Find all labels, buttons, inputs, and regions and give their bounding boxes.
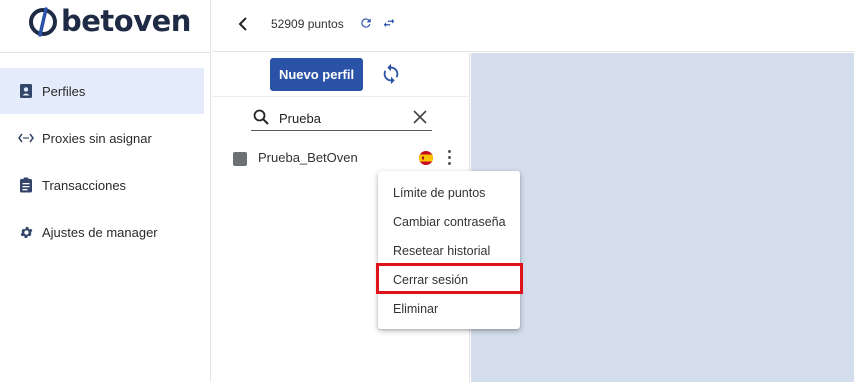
- sidebar-item-transacciones[interactable]: Transacciones: [0, 162, 204, 208]
- menu-item-limite-puntos[interactable]: Límite de puntos: [378, 178, 520, 207]
- contacts-icon: [18, 83, 34, 99]
- search-input[interactable]: [279, 108, 399, 128]
- gear-icon: [18, 224, 34, 240]
- profile-name: Prueba_BetOven: [258, 150, 358, 165]
- profile-checkbox[interactable]: [233, 152, 247, 166]
- sidebar-item-label: Transacciones: [42, 177, 127, 193]
- more-options-icon[interactable]: [445, 149, 453, 167]
- chevron-left-icon[interactable]: [236, 16, 250, 32]
- logo-mark-icon: [27, 5, 59, 37]
- workspace-area: [471, 53, 854, 382]
- logo[interactable]: betoven: [27, 4, 191, 38]
- menu-item-resetear-historial[interactable]: Resetear historial: [378, 236, 520, 265]
- menu-item-eliminar[interactable]: Eliminar: [378, 294, 520, 323]
- profile-context-menu: Límite de puntos Cambiar contraseña Rese…: [378, 171, 520, 329]
- sidebar-item-label: Ajustes de manager: [42, 224, 158, 240]
- sidebar-item-proxies[interactable]: Proxies sin asignar: [0, 115, 204, 161]
- new-profile-button[interactable]: Nuevo perfil: [270, 58, 363, 91]
- search-icon: [253, 109, 269, 125]
- menu-item-cambiar-contrasena[interactable]: Cambiar contraseña: [378, 207, 520, 236]
- sidebar-item-perfiles[interactable]: Perfiles: [0, 68, 204, 114]
- code-arrows-icon: [18, 130, 34, 146]
- top-bar: 52909 puntos: [212, 0, 854, 52]
- close-icon[interactable]: [413, 110, 427, 124]
- highlight-annotation: [376, 263, 523, 294]
- sidebar: betoven Perfiles Proxies sin asignar Tra…: [0, 0, 211, 382]
- sidebar-item-label: Proxies sin asignar: [42, 130, 152, 146]
- divider: [212, 96, 470, 97]
- divider: [0, 52, 211, 53]
- swap-arrows-icon[interactable]: [382, 16, 396, 30]
- sync-icon[interactable]: [380, 63, 402, 85]
- brand-name: betoven: [61, 4, 191, 38]
- list-item[interactable]: Prueba_BetOven: [232, 148, 462, 168]
- clipboard-icon: [18, 177, 34, 193]
- spain-flag-icon: [419, 151, 433, 165]
- refresh-icon[interactable]: [359, 16, 373, 30]
- sidebar-item-label: Perfiles: [42, 83, 86, 99]
- search-field: [251, 105, 432, 131]
- sidebar-nav: Perfiles Proxies sin asignar Transaccion…: [0, 68, 204, 256]
- sidebar-item-ajustes[interactable]: Ajustes de manager: [0, 209, 204, 255]
- points-balance: 52909 puntos: [271, 17, 344, 31]
